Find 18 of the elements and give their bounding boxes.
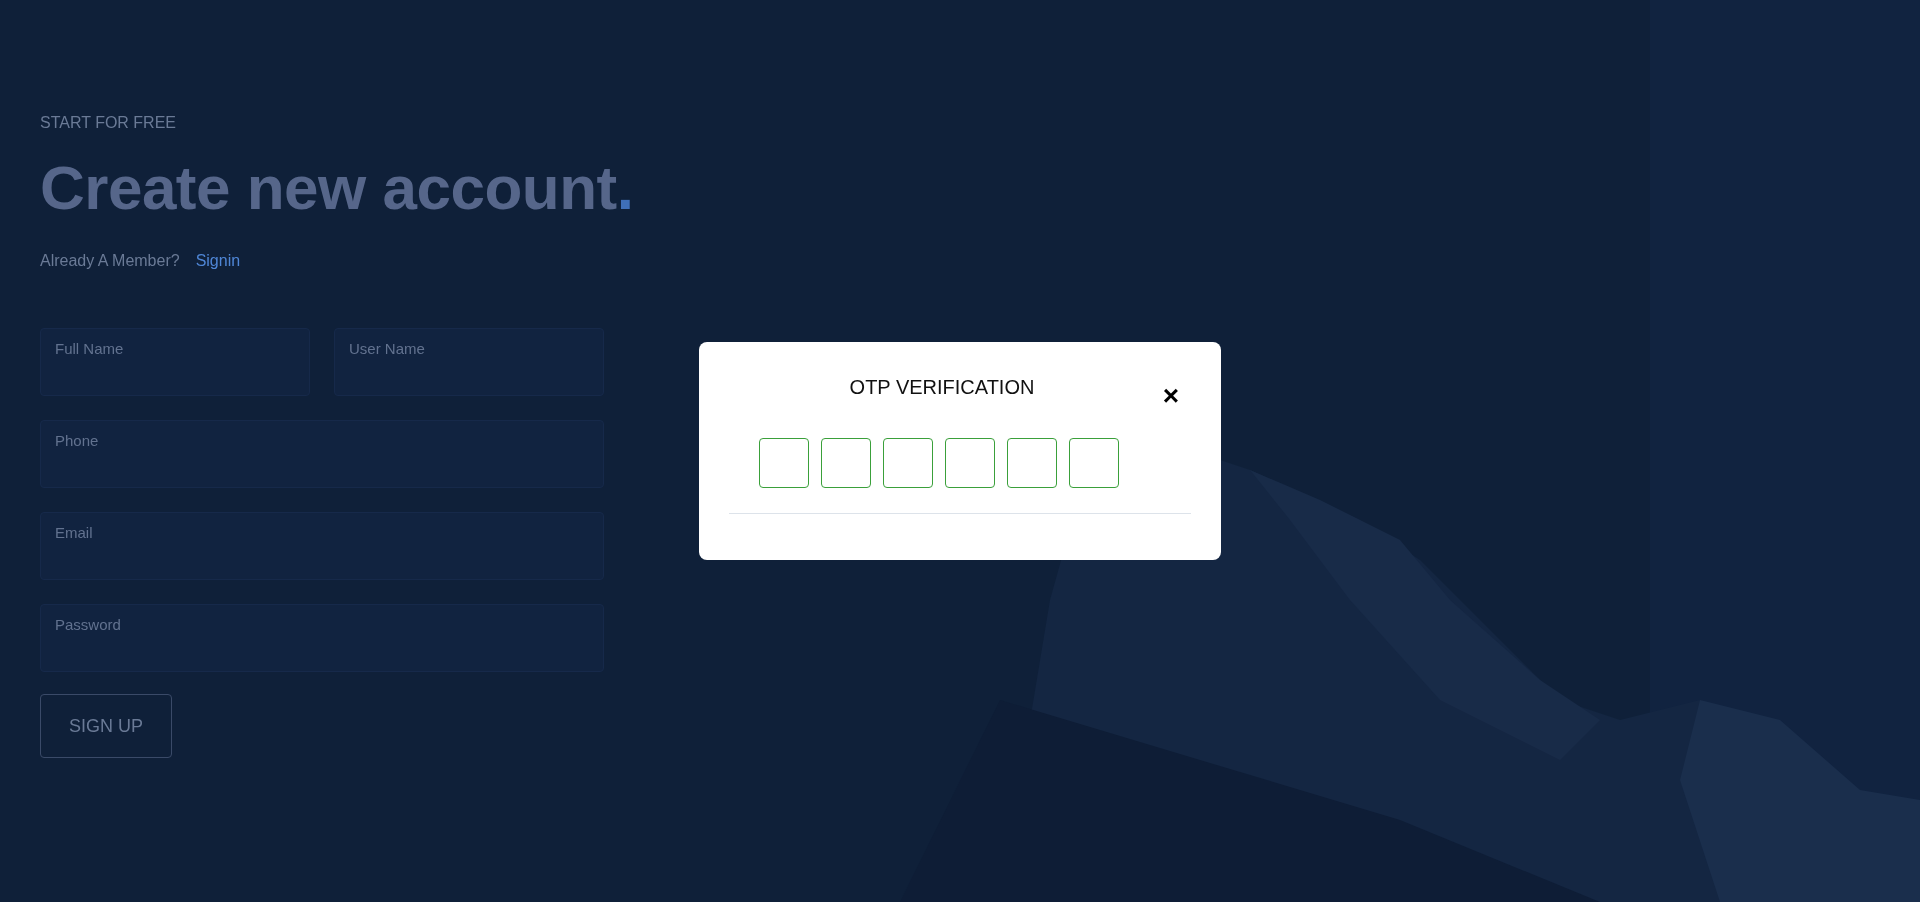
input-field[interactable]: Password	[40, 604, 604, 673]
input-field[interactable]: Email	[40, 512, 604, 581]
otp-digit-field[interactable]	[1007, 438, 1057, 488]
signin-link[interactable]: Signin	[195, 252, 241, 271]
eyebrow-text: START FOR FREE	[40, 114, 176, 132]
input-field[interactable]: Full Name	[40, 328, 310, 397]
signup-button[interactable]: SIGN UP	[40, 694, 172, 759]
dialog-title: OTP VERIFICATION	[849, 376, 1035, 399]
input-field[interactable]: User Name	[334, 328, 604, 397]
otp-digit-field[interactable]	[1069, 438, 1119, 488]
member-prompt: Already A Member?	[40, 252, 180, 271]
otp-digit-field[interactable]	[821, 438, 871, 488]
otp-digit-field[interactable]	[883, 438, 933, 488]
close-button[interactable]: ×	[1162, 382, 1179, 410]
page-heading: Create new account.	[40, 154, 634, 223]
input-field[interactable]: Phone	[40, 420, 604, 489]
otp-digit-field[interactable]	[945, 438, 995, 488]
otp-digit-field[interactable]	[759, 438, 809, 488]
